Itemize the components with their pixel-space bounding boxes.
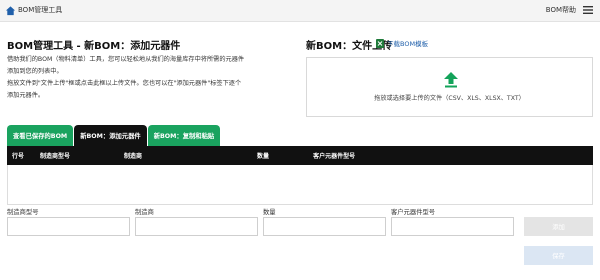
parts-table: 行号 制造商型号 制造商 数量 客户元器件型号 bbox=[7, 146, 593, 205]
mfr-part-number-label: 制造商型号 bbox=[7, 209, 39, 216]
customer-part-number-label: 客户元器件型号 bbox=[391, 209, 436, 216]
customer-part-number-input[interactable] bbox=[391, 217, 514, 236]
table-body bbox=[7, 165, 593, 205]
save-bom-button[interactable]: 保存 bbox=[524, 246, 593, 265]
download-template-label: 下载BOM模板 bbox=[387, 40, 429, 48]
upload-arrow-icon bbox=[444, 72, 458, 88]
tab-copy-paste[interactable]: 新BOM：复制和粘贴 bbox=[147, 125, 221, 146]
column-header-quantity: 数量 bbox=[257, 153, 270, 160]
dropzone-hint: 拖放或选择要上传的文件（CSV、XLS、XLSX、TXT） bbox=[374, 95, 525, 102]
hamburger-menu-icon[interactable] bbox=[583, 5, 593, 15]
app-title: BOM管理工具 bbox=[18, 6, 63, 14]
column-header-row-number: 行号 bbox=[12, 153, 25, 160]
manufacturer-input[interactable] bbox=[135, 217, 258, 236]
quantity-label: 数量 bbox=[263, 209, 276, 216]
table-header: 行号 制造商型号 制造商 数量 客户元器件型号 bbox=[7, 146, 593, 165]
intro-line: 借助我们的BOM（物料清单）工具，您可以轻松地从我们的海量库存中将所需的元器件 bbox=[7, 56, 245, 63]
intro-text: 借助我们的BOM（物料清单）工具，您可以轻松地从我们的海量库存中将所需的元器件 … bbox=[7, 54, 275, 102]
column-header-customer-part-number: 客户元器件型号 bbox=[313, 153, 356, 160]
download-template-link[interactable]: 下载BOM模板 bbox=[376, 38, 428, 48]
file-dropzone[interactable]: 拖放或选择要上传的文件（CSV、XLS、XLSX、TXT） bbox=[306, 57, 593, 117]
tab-saved-boms[interactable]: 查看已保存的BOM bbox=[7, 125, 74, 146]
column-header-manufacturer: 制造商 bbox=[124, 153, 143, 160]
bom-help-link[interactable]: BOM帮助 bbox=[546, 5, 576, 15]
intro-line: 拖放文件到"文件上传"框或点击此框以上传文件。您也可以在"添加元器件"标签下逐个 bbox=[7, 80, 242, 87]
intro-line: 添加元器件。 bbox=[7, 92, 45, 99]
home-icon[interactable] bbox=[5, 5, 16, 16]
tab-add-parts[interactable]: 新BOM：添加元器件 bbox=[74, 125, 147, 146]
tab-bar: 查看已保存的BOM 新BOM：添加元器件 新BOM：复制和粘贴 bbox=[7, 125, 221, 146]
mfr-part-number-input[interactable] bbox=[7, 217, 130, 236]
top-bar: BOM管理工具 BOM帮助 bbox=[0, 0, 600, 22]
excel-file-icon bbox=[376, 38, 384, 48]
column-header-mfr-part-number: 制造商型号 bbox=[40, 153, 71, 160]
page-title: BOM管理工具 - 新BOM：添加元器件 bbox=[7, 41, 181, 52]
intro-line: 添加到您的列表中。 bbox=[7, 68, 63, 75]
manufacturer-label: 制造商 bbox=[135, 209, 154, 216]
quantity-input[interactable] bbox=[263, 217, 386, 236]
add-part-button[interactable]: 添加 bbox=[524, 217, 593, 236]
